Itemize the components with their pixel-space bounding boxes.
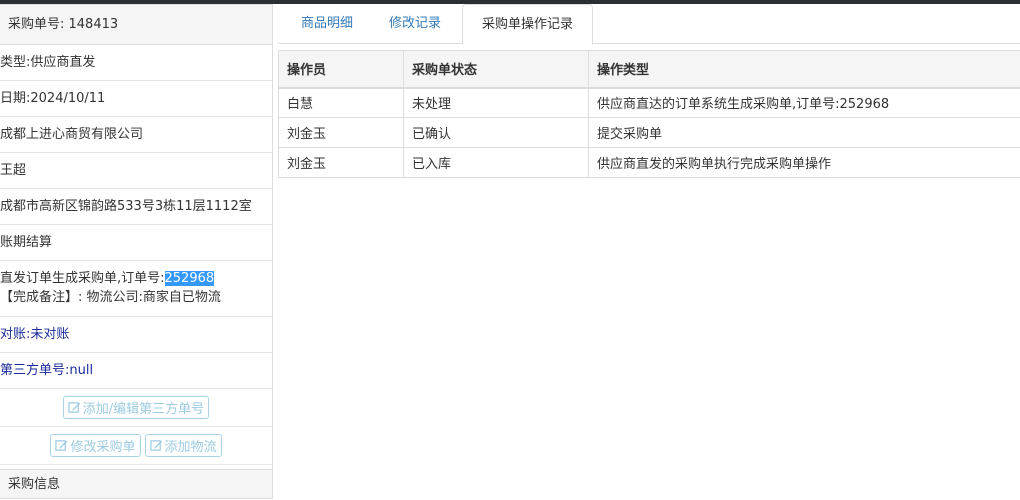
edit-icon — [150, 439, 163, 452]
table-row: 刘金玉 已入库 供应商直发的采购单执行完成采购单操作 — [279, 148, 1020, 178]
delivery-address: 成都市高新区锦韵路533号3栋11层1112室 — [0, 189, 272, 225]
order-type: 类型:供应商直发 — [0, 45, 272, 81]
add-edit-third-party-button[interactable]: 添加/编辑第三方单号 — [63, 396, 209, 419]
add-logistics-button[interactable]: 添加物流 — [145, 434, 222, 457]
cell-status: 已确认 — [404, 118, 589, 148]
cell-status: 已入库 — [404, 148, 589, 178]
modify-order-button[interactable]: 修改采购单 — [50, 434, 140, 457]
order-number-header: 采购单号: 148413 — [0, 5, 272, 45]
operation-log-table: 操作员 采购单状态 操作类型 白慧 未处理 供应商直达的订单系统生成采购单,订单… — [278, 50, 1020, 178]
order-date: 日期:2024/10/11 — [0, 81, 272, 117]
table-row: 白慧 未处理 供应商直达的订单系统生成采购单,订单号:252968 — [279, 88, 1020, 118]
cell-operator: 刘金玉 — [279, 148, 404, 178]
tab-modify-history[interactable]: 修改记录 — [374, 4, 456, 44]
order-actions: 修改采购单 添加物流 — [0, 427, 272, 465]
remark-order-number-selected[interactable]: 252968 — [165, 271, 215, 286]
settlement-method: 账期结算 — [0, 225, 272, 261]
cell-operation-type: 提交采购单 — [589, 118, 1020, 148]
tab-bar: 商品明细 修改记录 采购单操作记录 — [278, 4, 1020, 44]
order-remark: 直发订单生成采购单,订单号:252968 【完成备注】: 物流公司:商家自已物流 — [0, 261, 272, 317]
column-order-status: 采购单状态 — [404, 51, 589, 88]
cell-operation-type: 供应商直发的采购单执行完成采购单操作 — [589, 148, 1020, 178]
third-party-number: 第三方单号:null — [0, 353, 272, 389]
completion-remark: 【完成备注】: 物流公司:商家自已物流 — [0, 290, 221, 305]
buyer-name: 王超 — [0, 153, 272, 189]
column-operation-type: 操作类型 — [589, 51, 1020, 88]
reconcile-status: 对账:未对账 — [0, 317, 272, 353]
edit-icon — [55, 439, 68, 452]
supplier-name: 成都上进心商贸有限公司 — [0, 117, 272, 153]
third-party-actions: 添加/编辑第三方单号 — [0, 389, 272, 427]
order-info-panel: 采购单号: 148413 类型:供应商直发 日期:2024/10/11 成都上进… — [0, 4, 273, 490]
tab-order-operation-log[interactable]: 采购单操作记录 — [462, 4, 593, 45]
remark-prefix: 直发订单生成采购单,订单号: — [0, 271, 165, 286]
cell-operator: 刘金玉 — [279, 118, 404, 148]
tab-product-details[interactable]: 商品明细 — [286, 4, 368, 44]
add-edit-third-party-label: 添加/编辑第三方单号 — [83, 398, 204, 417]
column-operator: 操作员 — [279, 51, 404, 88]
edit-icon — [68, 401, 81, 414]
table-row: 刘金玉 已确认 提交采购单 — [279, 118, 1020, 148]
modify-order-label: 修改采购单 — [70, 436, 135, 455]
cell-status: 未处理 — [404, 88, 589, 118]
purchase-info-header: 采购信息 — [0, 469, 273, 499]
table-header-row: 操作员 采购单状态 操作类型 — [279, 51, 1020, 88]
cell-operation-type: 供应商直达的订单系统生成采购单,订单号:252968 — [589, 88, 1020, 118]
cell-operator: 白慧 — [279, 88, 404, 118]
add-logistics-label: 添加物流 — [165, 436, 217, 455]
